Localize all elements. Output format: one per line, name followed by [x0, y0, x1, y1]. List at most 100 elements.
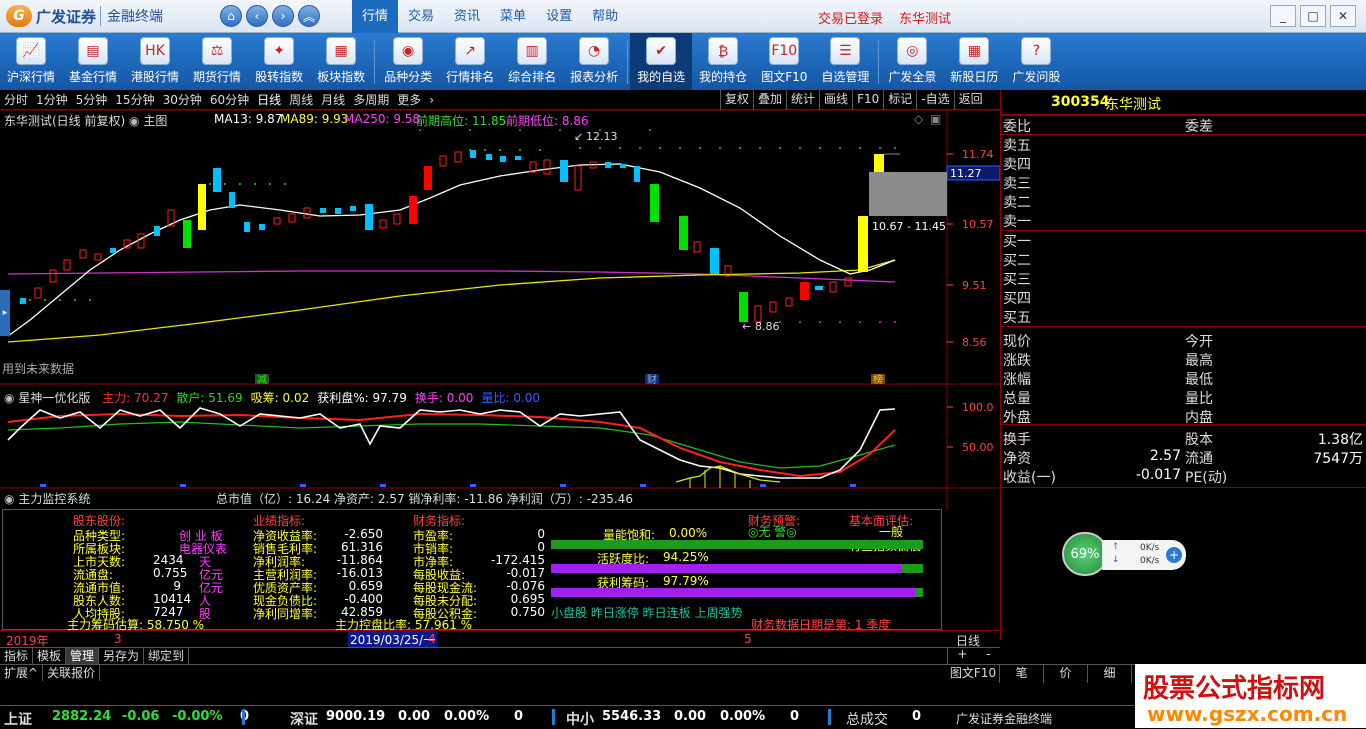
more-arrow-icon[interactable]: ›: [425, 93, 438, 107]
period-tab[interactable]: 周线: [285, 91, 317, 108]
quote-divider: [1001, 115, 1366, 116]
watermark-title: 股票公式指标网: [1143, 674, 1326, 704]
ytick-100: 100.0: [962, 401, 994, 414]
toolbar-button[interactable]: ↗ 行情排名: [439, 33, 501, 90]
toolbar-separator: [627, 40, 629, 84]
maximize-icon[interactable]: □: [1300, 5, 1326, 27]
right-tab[interactable]: 价: [1044, 665, 1088, 683]
menu-item[interactable]: 帮助: [582, 0, 628, 33]
toolbar-button[interactable]: ? 广发问股: [1005, 33, 1067, 90]
toolbar-button[interactable]: ▦ 板块指数: [310, 33, 372, 90]
indicator-tab[interactable]: 管理: [66, 648, 100, 664]
toolbar-button[interactable]: ▦ 新股日历: [943, 33, 1005, 90]
period-tab[interactable]: 多周期: [349, 91, 393, 108]
ytick-11.74: 11.74: [962, 148, 994, 161]
menu-item[interactable]: 交易: [398, 0, 444, 33]
chart-tool[interactable]: 标记: [883, 90, 916, 110]
chart-tool[interactable]: 复权: [720, 90, 753, 110]
period-tab[interactable]: 1分钟: [32, 91, 72, 108]
toolbar-button[interactable]: ✦ 股转指数: [248, 33, 310, 90]
toolbar-button[interactable]: ▤ 基金行情: [62, 33, 124, 90]
toolbar-button[interactable]: HK 港股行情: [124, 33, 186, 90]
ma13-label: MA13: 9.87: [214, 112, 283, 126]
quote-field: 卖三: [1003, 176, 1031, 192]
minimize-icon[interactable]: _: [1270, 5, 1296, 27]
side-expand-handle[interactable]: ▸: [0, 290, 10, 336]
indicator-tab[interactable]: 模板: [33, 648, 67, 664]
toolbar-icon: ✦: [264, 37, 295, 65]
absorb-line: [675, 465, 781, 483]
toolbar-button[interactable]: ◎ 广发全景: [881, 33, 943, 90]
ticker-field: 5546.33: [602, 709, 662, 724]
event-finance-label: 财: [647, 373, 657, 386]
toolbar-button[interactable]: ◔ 报表分析: [563, 33, 625, 90]
quote-field: 净资: [1003, 451, 1031, 467]
toolbar-button[interactable]: ◉ 品种分类: [377, 33, 439, 90]
chart-tool[interactable]: F10: [852, 90, 883, 110]
period-tab[interactable]: 月线: [317, 91, 349, 108]
toolbar-button[interactable]: F10 图文F10: [754, 33, 814, 90]
toolbar-label: 期货行情: [193, 70, 242, 84]
quote-field: 今开: [1185, 334, 1213, 350]
quote-field: 流通: [1185, 451, 1213, 467]
menu-item[interactable]: 资讯: [444, 0, 490, 33]
chart-tool[interactable]: 统计: [786, 90, 819, 110]
right-tab[interactable]: 图文F10: [947, 665, 1000, 683]
toolbar-button[interactable]: ▥ 综合排名: [501, 33, 563, 90]
ticker-field: 9000.19: [326, 709, 386, 724]
menu-item[interactable]: 菜单: [490, 0, 536, 33]
zoom-in-icon[interactable]: +: [957, 647, 967, 664]
toolbar-icon: ☰: [830, 37, 861, 65]
diamond-icon[interactable]: ◇: [914, 112, 923, 126]
menu-item[interactable]: 行情: [352, 0, 399, 33]
period-tab[interactable]: 分时: [0, 91, 32, 108]
indicator-item: 散户: 51.69: [176, 391, 243, 405]
bottom-tab[interactable]: 扩展^: [0, 665, 44, 681]
ticker-field: -0.00%: [172, 709, 223, 724]
toolbar-button[interactable]: ☰ 自选管理: [814, 33, 876, 90]
quote-field: 量比: [1185, 391, 1213, 407]
panel-close-icon[interactable]: ▣: [930, 112, 941, 126]
chart-tool[interactable]: 画线: [819, 90, 852, 110]
fund-c2-value: -11.864: [336, 553, 383, 567]
chart-tool[interactable]: -自选: [916, 90, 953, 110]
user-name: 东华测试: [899, 12, 952, 27]
indicator-item: 主力: 70.27: [102, 391, 169, 405]
toolbar-button[interactable]: 📈 沪深行情: [0, 33, 62, 90]
event-reduce-label: 减: [257, 374, 267, 386]
forward-icon[interactable]: ›: [272, 5, 294, 27]
menu-item[interactable]: 设置: [536, 0, 582, 33]
chart-tool[interactable]: 返回: [953, 90, 987, 110]
toolbar-button[interactable]: ✔ 我的自选: [630, 33, 693, 90]
ticker-field: 0.00: [398, 709, 431, 724]
toolbar-button[interactable]: ⚖ 期货行情: [186, 33, 248, 90]
toolbar-label: 新股日历: [950, 70, 999, 84]
right-tab[interactable]: 笔: [1000, 665, 1044, 683]
zoom-out-icon[interactable]: -: [986, 647, 990, 664]
fund-bar-track: [551, 540, 923, 549]
home-icon[interactable]: ⌂: [220, 5, 242, 27]
period-tab[interactable]: 30分钟: [159, 91, 206, 108]
collapse-icon[interactable]: ︽: [298, 5, 320, 27]
bottom-tab[interactable]: 关联报价: [43, 665, 101, 681]
period-tab[interactable]: 更多: [393, 91, 425, 108]
plus-icon[interactable]: +: [1166, 547, 1182, 563]
period-tab[interactable]: 60分钟: [206, 91, 253, 108]
indicator-tab[interactable]: 绑定到: [144, 648, 190, 664]
main-toolbar: 📈 沪深行情 ▤ 基金行情 HK 港股行情 ⚖ 期货行情 ✦ 股转指数 ▦ 板块指数 ◉ 品种分类 ↗ 行情排…: [0, 33, 1366, 90]
back-icon[interactable]: ‹: [246, 5, 268, 27]
indicator-tab[interactable]: 另存为: [99, 648, 145, 664]
close-icon[interactable]: ✕: [1330, 5, 1356, 27]
period-tab[interactable]: 日线: [253, 91, 285, 108]
toolbar-button[interactable]: ₿ 我的持仓: [692, 33, 754, 90]
stock-name: 东华测试: [1105, 97, 1161, 113]
indicator-tab[interactable]: 指标: [0, 648, 34, 664]
toolbar-icon: ✔: [646, 37, 677, 65]
chart-tool[interactable]: 叠加: [753, 90, 786, 110]
fund-c2-value: -16.013: [336, 566, 383, 580]
fund-bar-track: [551, 564, 923, 573]
period-tab[interactable]: 5分钟: [72, 91, 112, 108]
period-tab[interactable]: 15分钟: [111, 91, 158, 108]
right-tab[interactable]: 细: [1088, 665, 1132, 683]
right-tabs: 图文F10 笔价细: [947, 665, 1132, 683]
